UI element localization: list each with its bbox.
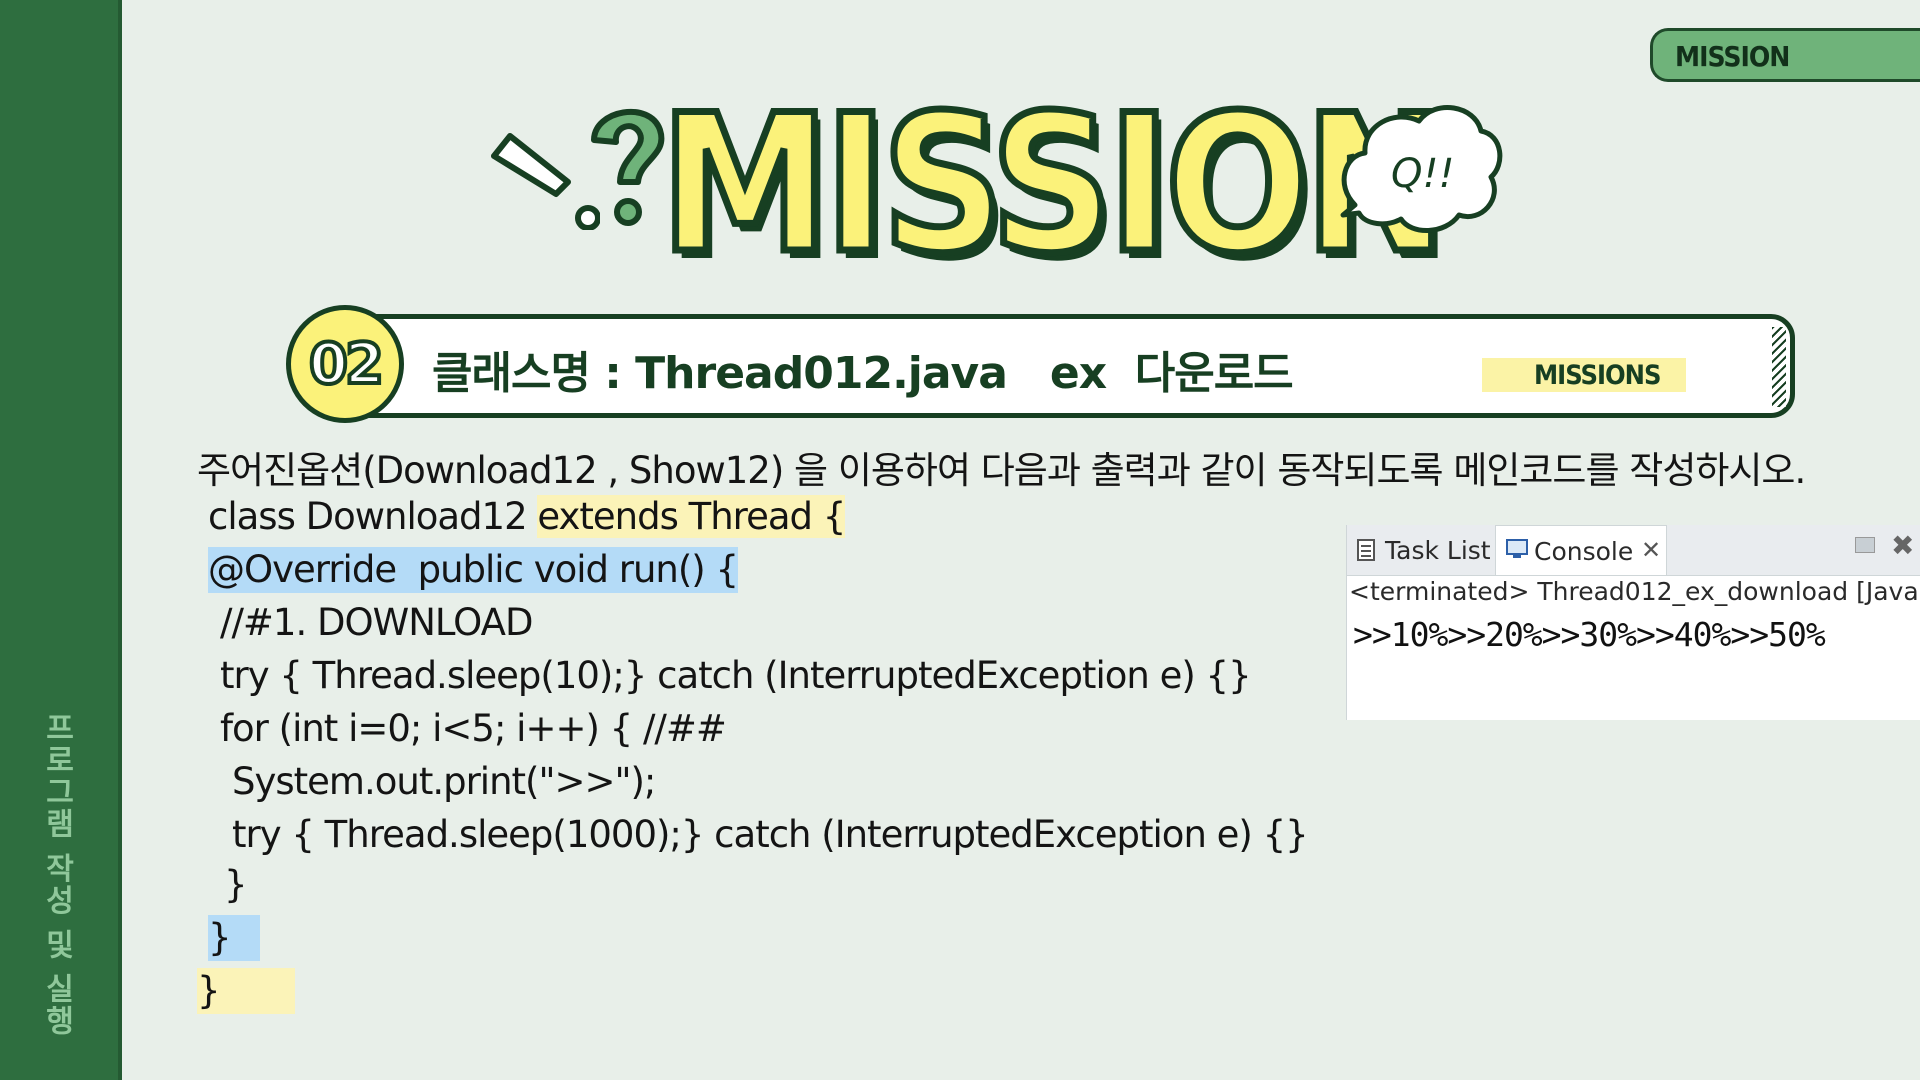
instruction-text: 주어진옵션(Download12 , Show12) 을 이용하여 다음과 출력… [197, 449, 1806, 492]
mission-tab-badge: MISSION [1650, 28, 1920, 82]
mission-number-badge: 02 [286, 305, 404, 423]
console-status: <terminated> Thread012_ex_download [Java… [1349, 577, 1920, 606]
task-list-icon [1357, 539, 1375, 561]
tab-console-label: Console [1534, 537, 1634, 566]
code-line-3: //#1. DOWNLOAD [220, 601, 533, 644]
code-line-2: @Override public void run() { [208, 547, 739, 593]
code-line: class Download12 extends Thread { [208, 494, 846, 540]
minimize-icon[interactable] [1855, 537, 1875, 553]
mission-tab-label: MISSION [1675, 40, 1790, 73]
code-line-6: System.out.print(">>"); [232, 760, 656, 803]
left-sidebar: 프로그램 작성 및 실행 [0, 0, 122, 1080]
code-line-8: } [224, 863, 248, 906]
mission-title: MISSION [656, 74, 1450, 295]
sidebar-label: 프로그램 작성 및 실행 [39, 712, 74, 1038]
header-title: 클래스명 : Thread012.java ex 다운로드 [432, 348, 1294, 399]
header-stripes [1772, 327, 1786, 407]
mission-number: 02 [307, 330, 386, 399]
tab-console[interactable]: Console ✕ [1495, 525, 1667, 575]
console-icon [1506, 539, 1528, 558]
mission-title-graphic: MISSION Q!! [480, 74, 1503, 295]
code-line-1-highlight: extends Thread { [537, 495, 846, 538]
code-line-9: } [208, 915, 260, 961]
code-line-4: try { Thread.sleep(10);} catch (Interrup… [220, 654, 1252, 697]
tab-task-list-label: Task List [1385, 536, 1491, 565]
code-line-1: class Download12 [208, 495, 538, 538]
missions-tag: MISSIONS [1482, 358, 1686, 392]
missions-tag-label: MISSIONS [1534, 360, 1661, 391]
code-line-7: try { Thread.sleep(1000);} catch (Interr… [232, 813, 1309, 856]
code-line-10: } [197, 968, 295, 1014]
console-output: >>10%>>20%>>30%>>40%>>50% [1353, 615, 1826, 654]
maximize-close-icon[interactable]: ✖ [1891, 529, 1914, 562]
console-panel: Task List Console ✕ ✖ <terminated> Threa… [1346, 525, 1920, 720]
speech-bubble-icon: Q!! [1340, 105, 1503, 233]
close-icon[interactable]: ✕ [1641, 536, 1661, 564]
console-tab-bar: Task List Console ✕ ✖ [1347, 525, 1920, 576]
code-line-5: for (int i=0; i<5; i++) { //## [220, 707, 727, 750]
bubble-text: Q!! [1391, 151, 1455, 197]
tab-task-list[interactable]: Task List [1347, 525, 1493, 575]
